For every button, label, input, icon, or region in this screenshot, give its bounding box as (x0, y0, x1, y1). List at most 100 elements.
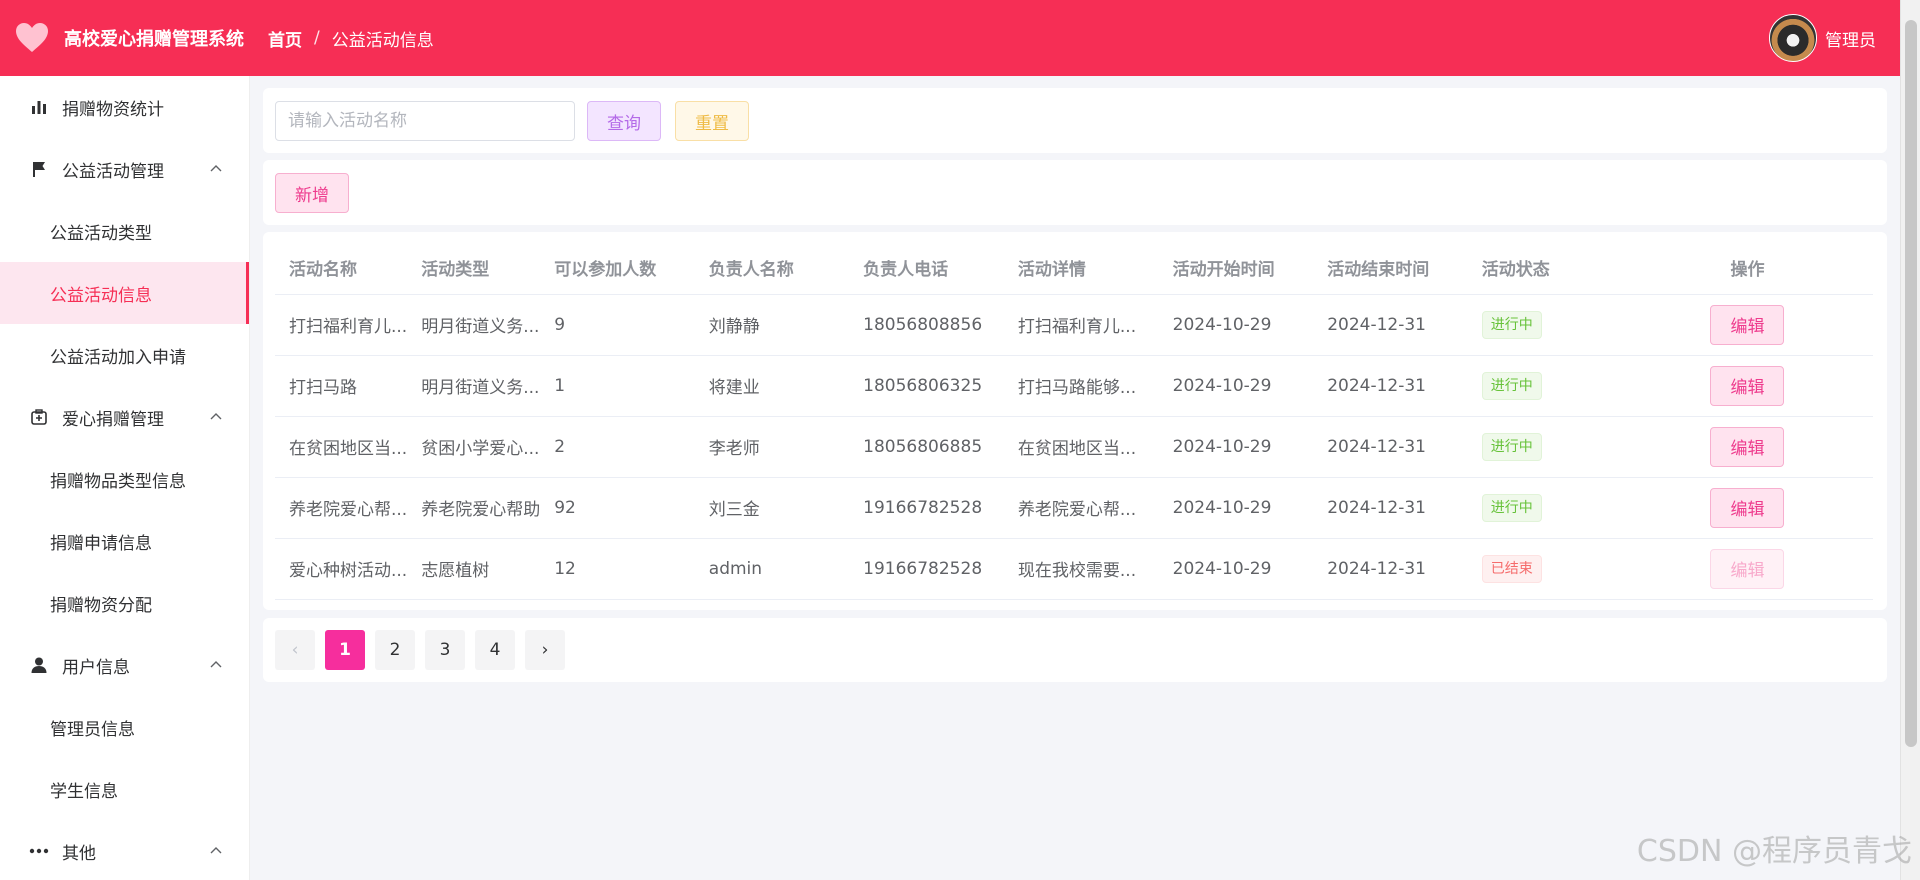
cell-status: 进行中 (1467, 355, 1622, 417)
sidebar-item-donation-apply[interactable]: 捐赠申请信息 (0, 510, 249, 572)
page-scrollbar[interactable] (1900, 0, 1920, 880)
cell-status: 进行中 (1467, 416, 1622, 478)
cell-phone: 18056806885 (849, 416, 1004, 478)
sidebar-item-donation-item-type[interactable]: 捐赠物品类型信息 (0, 448, 249, 510)
cell-type: 志愿植树 (407, 538, 541, 600)
app-title: 高校爱心捐赠管理系统 (64, 29, 244, 50)
sidebar-item-activity-info[interactable]: 公益活动信息 (0, 262, 249, 324)
activity-table-card: 活动名称 活动类型 可以参加人数 负责人名称 负责人电话 活动详情 活动开始时间… (263, 232, 1887, 610)
cell-detail: 打扫福利育儿... (1003, 294, 1159, 356)
col-header-name: 活动名称 (275, 242, 408, 295)
reset-button[interactable]: 重置 (675, 101, 749, 141)
user-menu[interactable]: 管理员 (1769, 14, 1876, 62)
page-button[interactable]: 4 (475, 630, 515, 670)
heart-icon (12, 18, 52, 58)
cell-start: 2024-10-29 (1158, 355, 1314, 417)
sidebar: 捐赠物资统计 公益活动管理 公益活动类型 公益活动信息 公益活动加入申请 爱心捐… (0, 76, 250, 880)
sidebar-item-stats[interactable]: 捐赠物资统计 (0, 76, 249, 138)
sidebar-item-activity-type[interactable]: 公益活动类型 (0, 200, 249, 262)
add-button[interactable]: 新增 (275, 173, 349, 213)
cell-leader: 刘静静 (694, 294, 850, 356)
breadcrumb: 首页 / 公益活动信息 (268, 26, 434, 51)
edit-button[interactable]: 编辑 (1710, 426, 1785, 467)
pagination: ‹ 1 2 3 4 › (275, 630, 575, 670)
next-page-button[interactable]: › (525, 630, 565, 670)
cell-phone: 19166782528 (849, 538, 1004, 600)
cell-count: 92 (540, 477, 695, 539)
col-header-count: 可以参加人数 (540, 242, 695, 295)
cell-start: 2024-10-29 (1158, 294, 1314, 356)
cell-status: 进行中 (1467, 477, 1622, 539)
chevron-up-icon (210, 413, 222, 420)
sidebar-group-donation[interactable]: 爱心捐赠管理 (0, 386, 249, 448)
cell-detail: 现在我校需要... (1003, 538, 1159, 600)
breadcrumb-separator: / (314, 28, 320, 48)
sidebar-item-donation-alloc[interactable]: 捐赠物资分配 (0, 572, 249, 634)
cell-leader: 李老师 (694, 416, 850, 478)
scrollbar-thumb[interactable] (1905, 20, 1917, 747)
cell-name: 打扫马路 (275, 355, 408, 417)
cell-action: 编辑 (1621, 416, 1873, 478)
cell-action: 编辑 (1621, 477, 1873, 539)
sidebar-item-admin-info[interactable]: 管理员信息 (0, 696, 249, 758)
cell-start: 2024-10-29 (1158, 538, 1314, 600)
cell-name: 打扫福利育儿... (275, 294, 408, 356)
cell-detail: 养老院爱心帮... (1003, 477, 1159, 539)
person-icon (28, 654, 50, 676)
status-badge: 进行中 (1481, 371, 1542, 400)
watermark: CSDN @程序员青戈 (1636, 834, 1912, 869)
col-header-status: 活动状态 (1467, 242, 1622, 295)
cell-count: 1 (540, 355, 695, 417)
cell-action: 编辑 (1621, 294, 1873, 356)
cell-count: 9 (540, 294, 695, 356)
cell-end: 2024-12-31 (1313, 538, 1468, 600)
page-button[interactable]: 3 (425, 630, 465, 670)
sidebar-item-student-info[interactable]: 学生信息 (0, 758, 249, 820)
table-row: 在贫困地区当... 贫困小学爱心... 2 李老师 18056806885 在贫… (275, 416, 1873, 478)
edit-button[interactable]: 编辑 (1710, 548, 1785, 589)
query-button[interactable]: 查询 (587, 101, 661, 141)
toolbar: 新增 (263, 160, 1887, 225)
cell-phone: 19166782528 (849, 477, 1004, 539)
sidebar-group-label: 爱心捐赠管理 (62, 409, 164, 430)
page-button[interactable]: 1 (325, 630, 365, 670)
cell-count: 2 (540, 416, 695, 478)
col-header-end: 活动结束时间 (1313, 242, 1468, 295)
cell-start: 2024-10-29 (1158, 416, 1314, 478)
breadcrumb-current: 公益活动信息 (331, 30, 434, 51)
cell-name: 养老院爱心帮... (275, 477, 408, 539)
prev-page-button[interactable]: ‹ (275, 630, 315, 670)
cell-status: 进行中 (1467, 294, 1622, 356)
table-row: 爱心种树活动... 志愿植树 12 admin 19166782528 现在我校… (275, 538, 1873, 600)
bar-chart-icon (28, 96, 50, 118)
edit-button[interactable]: 编辑 (1710, 304, 1785, 345)
cell-type: 明月街道义务... (407, 294, 541, 356)
sidebar-group-other[interactable]: 其他 (0, 820, 249, 880)
cell-count: 12 (540, 538, 695, 600)
user-name[interactable]: 管理员 (1825, 26, 1876, 51)
sidebar-item-label: 捐赠物资统计 (62, 99, 164, 120)
table-header-row: 活动名称 活动类型 可以参加人数 负责人名称 负责人电话 活动详情 活动开始时间… (275, 242, 1873, 295)
col-header-phone: 负责人电话 (849, 242, 1004, 295)
sidebar-group-user[interactable]: 用户信息 (0, 634, 249, 696)
cell-detail: 在贫困地区当... (1003, 416, 1159, 478)
cell-leader: 刘三金 (694, 477, 850, 539)
sidebar-group-activity[interactable]: 公益活动管理 (0, 138, 249, 200)
cell-end: 2024-12-31 (1313, 294, 1468, 356)
sidebar-group-label: 公益活动管理 (62, 161, 164, 182)
cell-phone: 18056808856 (849, 294, 1004, 356)
cell-type: 贫困小学爱心... (407, 416, 541, 478)
page-button[interactable]: 2 (375, 630, 415, 670)
breadcrumb-home[interactable]: 首页 (268, 26, 302, 51)
avatar[interactable] (1769, 14, 1817, 62)
edit-button[interactable]: 编辑 (1710, 487, 1785, 528)
col-header-detail: 活动详情 (1003, 242, 1159, 295)
sidebar-item-activity-join[interactable]: 公益活动加入申请 (0, 324, 249, 386)
chevron-up-icon (210, 661, 222, 668)
table-row: 养老院爱心帮... 养老院爱心帮助 92 刘三金 19166782528 养老院… (275, 477, 1873, 539)
search-input[interactable] (275, 101, 575, 141)
flag-icon (28, 158, 50, 180)
edit-button[interactable]: 编辑 (1710, 365, 1785, 406)
top-header: 高校爱心捐赠管理系统 首页 / 公益活动信息 管理员 (0, 0, 1900, 76)
status-badge: 进行中 (1481, 493, 1542, 522)
